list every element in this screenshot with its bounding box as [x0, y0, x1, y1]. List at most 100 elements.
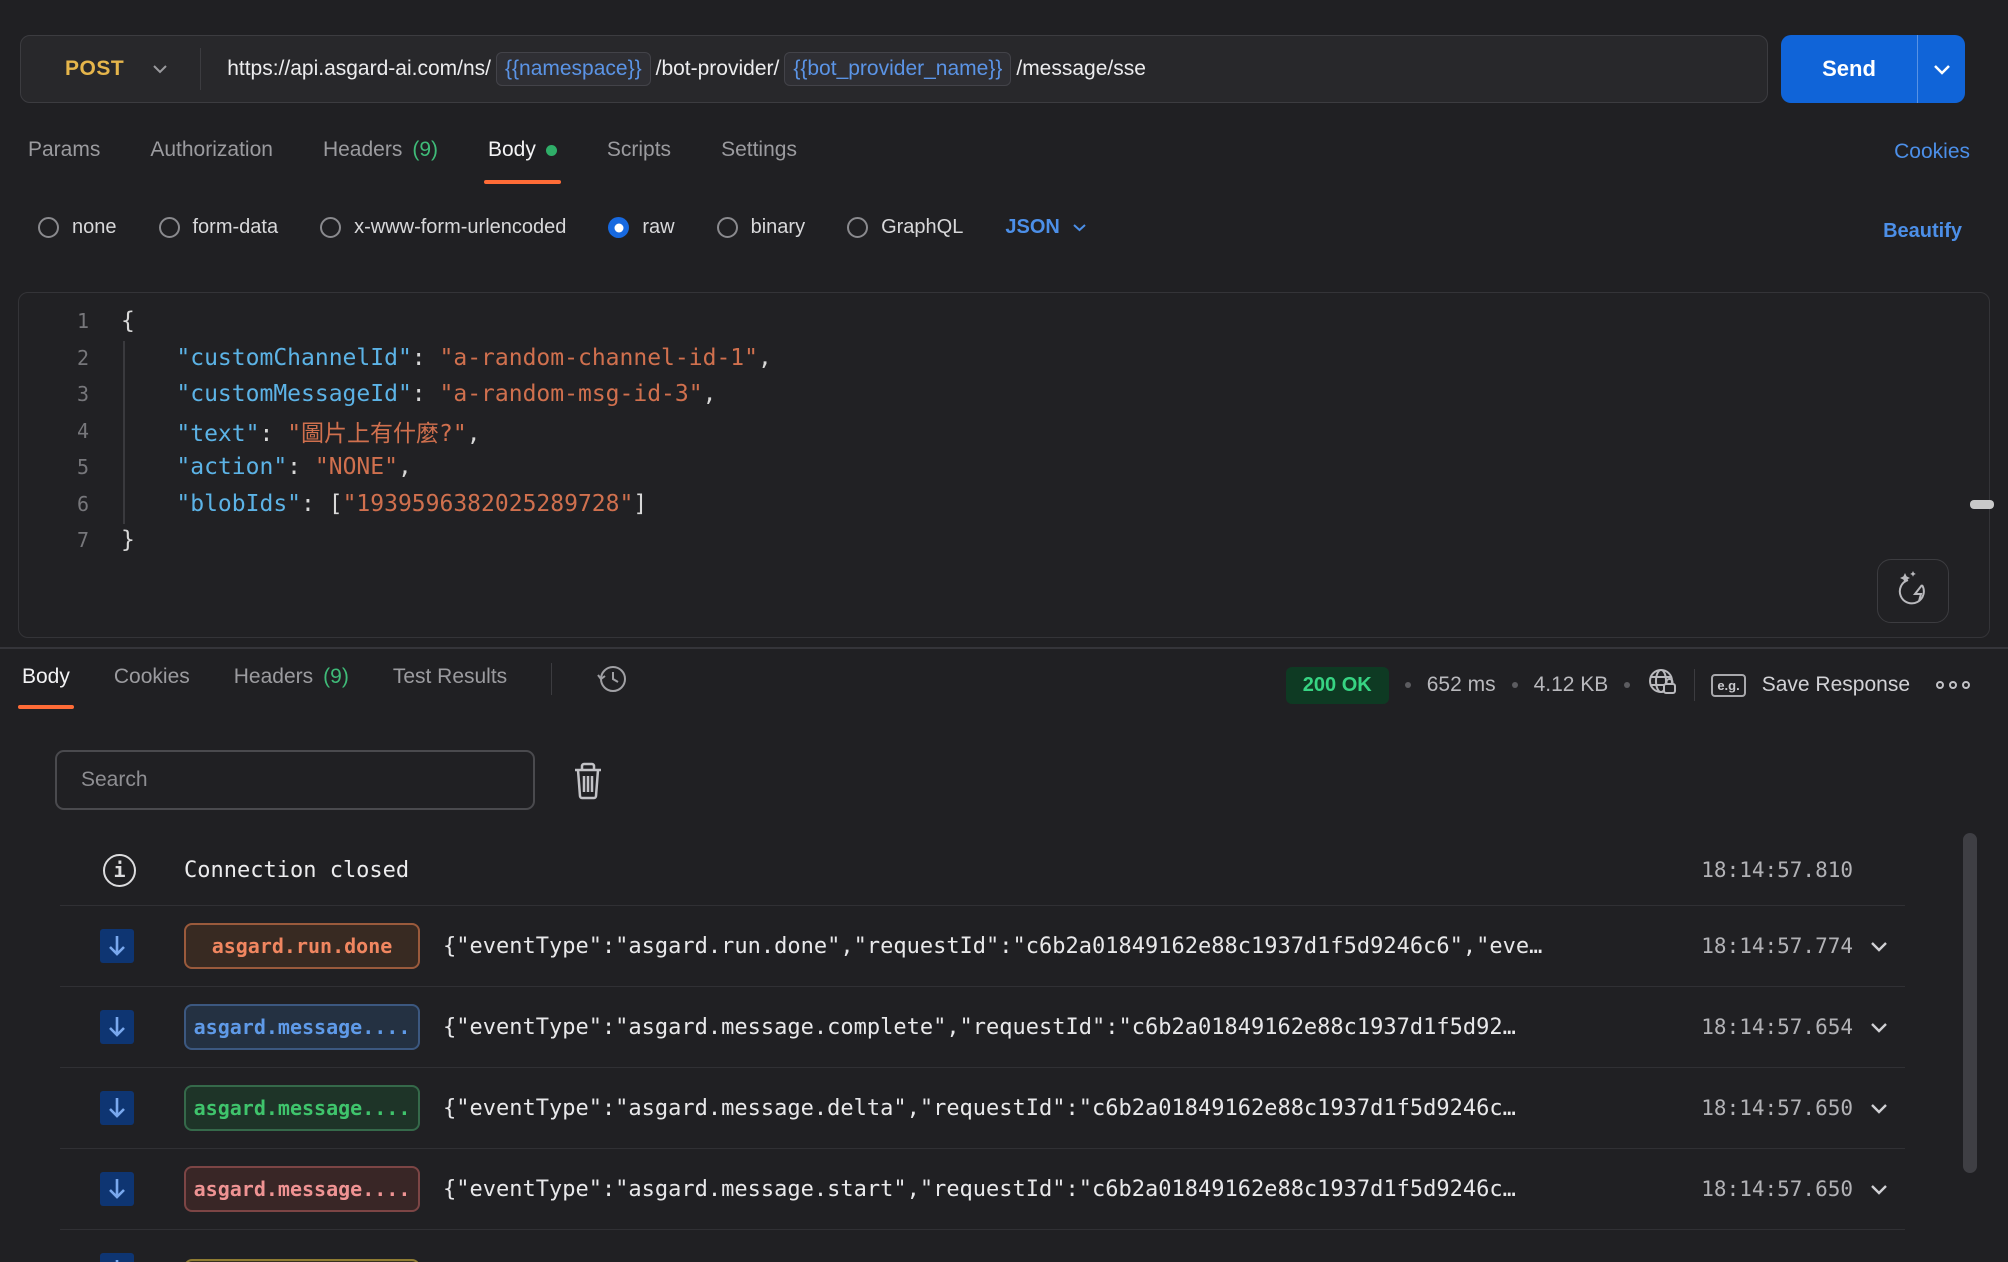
event-timestamp: 18:14:57.774 [1701, 934, 1853, 958]
tab-label: Body [22, 665, 70, 689]
tab-count: (9) [323, 665, 349, 689]
tab-authorization[interactable]: Authorization [150, 138, 273, 184]
language-selector[interactable]: JSON [1005, 216, 1087, 239]
tab-settings[interactable]: Settings [721, 138, 797, 184]
body-type-binary[interactable]: binary [717, 216, 805, 239]
response-tab-test-results[interactable]: Test Results [393, 665, 507, 709]
body-type-raw[interactable]: raw [608, 216, 674, 239]
code-line[interactable]: 6 "blobIds": ["1939596382025289728"] [19, 486, 1989, 523]
list-item-connection-closed[interactable]: iConnection closed18:14:57.810 [60, 835, 1905, 906]
line-number: 2 [19, 346, 89, 370]
event-type-badge: asgard.message.... [184, 1004, 420, 1050]
list-item-sse-event[interactable]: asgard.message....{"eventType":"asgard.m… [60, 1149, 1905, 1230]
event-type-badge: asgard.run.done [184, 923, 420, 969]
download-arrow-icon[interactable] [100, 1010, 134, 1044]
search-input[interactable] [55, 750, 535, 810]
event-timestamp: 18:14:57.650 [1701, 1177, 1853, 1201]
sparkle-icon [1894, 570, 1932, 613]
list-item-sse-event[interactable]: asgard.message.... {"eventType":"asgard.m… [60, 987, 1905, 1068]
response-tab-cookies[interactable]: Cookies [114, 665, 190, 709]
section-divider [0, 647, 2008, 649]
event-timestamp: 18:14:57.650 [1701, 1096, 1853, 1120]
line-number: 7 [19, 528, 89, 552]
line-number: 3 [19, 382, 89, 406]
code-line[interactable]: 1{ [19, 303, 1989, 340]
url-variable-pill[interactable]: {{bot_provider_name}} [784, 52, 1011, 86]
tab-label: Cookies [114, 665, 190, 689]
code-content: "action": "NONE", [89, 454, 412, 480]
list-item-sse-event[interactable]: asgard.message.... {"eventType":"asgard.m… [60, 1068, 1905, 1149]
more-options-icon[interactable] [1936, 681, 1970, 689]
tab-params[interactable]: Params [28, 138, 100, 184]
url-segment: /bot-provider/ [656, 57, 780, 81]
tab-headers[interactable]: Headers(9) [323, 138, 438, 184]
list-item-sse-event[interactable]: asgard.run.done {"eventType":"asgard.run.… [60, 906, 1905, 987]
send-options-caret[interactable] [1917, 35, 1965, 103]
event-badge-cell: asgard.message.... [184, 1085, 420, 1131]
example-icon: e.g. [1711, 674, 1745, 697]
radio-label: form-data [193, 216, 279, 239]
event-payload-preview: {"eventType":"asgard.message.start","req… [443, 1177, 1701, 1202]
body-modified-dot-icon [546, 145, 557, 156]
expand-chevron[interactable] [1853, 1103, 1905, 1114]
code-line[interactable]: 4 "text": "圖片上有什麼?", [19, 413, 1989, 450]
response-tab-headers[interactable]: Headers(9) [234, 665, 349, 709]
url-input[interactable]: https://api.asgard-ai.com/ns/{{namespace… [201, 52, 1146, 86]
tab-label: Body [488, 138, 536, 162]
send-button[interactable]: Send [1781, 35, 1965, 103]
chevron-down-icon [1072, 223, 1088, 233]
code-line[interactable]: 5 "action": "NONE", [19, 449, 1989, 486]
history-icon[interactable] [596, 662, 630, 696]
event-payload-preview: {"eventType":"asgard.run.done","requestI… [443, 934, 1701, 959]
event-message: Connection closed [184, 858, 409, 883]
event-stream-list: iConnection closed18:14:57.810asgard.run… [60, 835, 1905, 1262]
tab-label: Authorization [150, 138, 273, 162]
url-bar: POST https://api.asgard-ai.com/ns/{{name… [20, 35, 1768, 103]
url-segment: /message/sse [1016, 57, 1146, 81]
body-type-x-www-form-urlencoded[interactable]: x-www-form-urlencoded [320, 216, 566, 239]
tab-label: Scripts [607, 138, 671, 162]
download-arrow-icon[interactable] [100, 1172, 134, 1206]
trash-icon[interactable] [570, 760, 606, 805]
body-type-GraphQL[interactable]: GraphQL [847, 216, 963, 239]
response-size: 4.12 KB [1534, 673, 1609, 697]
send-button-label[interactable]: Send [1781, 35, 1917, 103]
expand-chevron[interactable] [1853, 941, 1905, 952]
code-line[interactable]: 3 "customMessageId": "a-random-msg-id-3"… [19, 376, 1989, 413]
url-variable-pill[interactable]: {{namespace}} [496, 52, 651, 86]
radio-icon [159, 217, 180, 238]
body-type-row: none form-data x-www-form-urlencoded raw bin… [38, 216, 1088, 239]
body-type-none[interactable]: none [38, 216, 117, 239]
event-payload-preview: {"eventType":"asgard.message.delta","req… [443, 1096, 1701, 1121]
response-scrollbar-thumb[interactable] [1963, 833, 1977, 1173]
radio-label: x-www-form-urlencoded [354, 216, 566, 239]
body-type-form-data[interactable]: form-data [159, 216, 279, 239]
event-badge-cell: asgard.message.... [184, 1004, 420, 1050]
expand-chevron[interactable] [1853, 1022, 1905, 1033]
list-item-sse-event[interactable] [60, 1230, 1905, 1262]
network-globe-icon[interactable] [1646, 666, 1678, 704]
cookies-link[interactable]: Cookies [1894, 140, 1970, 164]
postbot-ai-button[interactable] [1877, 559, 1949, 623]
code-line[interactable]: 7} [19, 522, 1989, 559]
download-arrow-icon[interactable] [100, 929, 134, 963]
download-arrow-icon[interactable] [100, 1253, 134, 1262]
code-content: } [89, 527, 135, 553]
editor-scrollbar-thumb[interactable] [1970, 500, 1994, 509]
tab-body[interactable]: Body [488, 138, 557, 184]
response-meta: 200 OK 652 ms 4.12 KB e.g. Save Response [1286, 666, 1970, 704]
line-number: 4 [19, 419, 89, 443]
download-arrow-icon[interactable] [100, 1091, 134, 1125]
radio-label: binary [751, 216, 805, 239]
request-body-editor[interactable]: 1{2 "customChannelId": "a-random-channel… [18, 292, 1990, 638]
url-segment: https://api.asgard-ai.com/ns/ [227, 57, 491, 81]
event-payload-preview: {"eventType":"asgard.message.complete","… [443, 1015, 1701, 1040]
tab-scripts[interactable]: Scripts [607, 138, 671, 184]
response-tab-body[interactable]: Body [22, 665, 70, 709]
save-response-button[interactable]: Save Response [1762, 673, 1910, 697]
beautify-link[interactable]: Beautify [1883, 220, 1962, 243]
radio-icon [320, 217, 341, 238]
code-line[interactable]: 2 "customChannelId": "a-random-channel-i… [19, 340, 1989, 377]
expand-chevron[interactable] [1853, 1184, 1905, 1195]
method-selector[interactable]: POST [21, 57, 200, 81]
